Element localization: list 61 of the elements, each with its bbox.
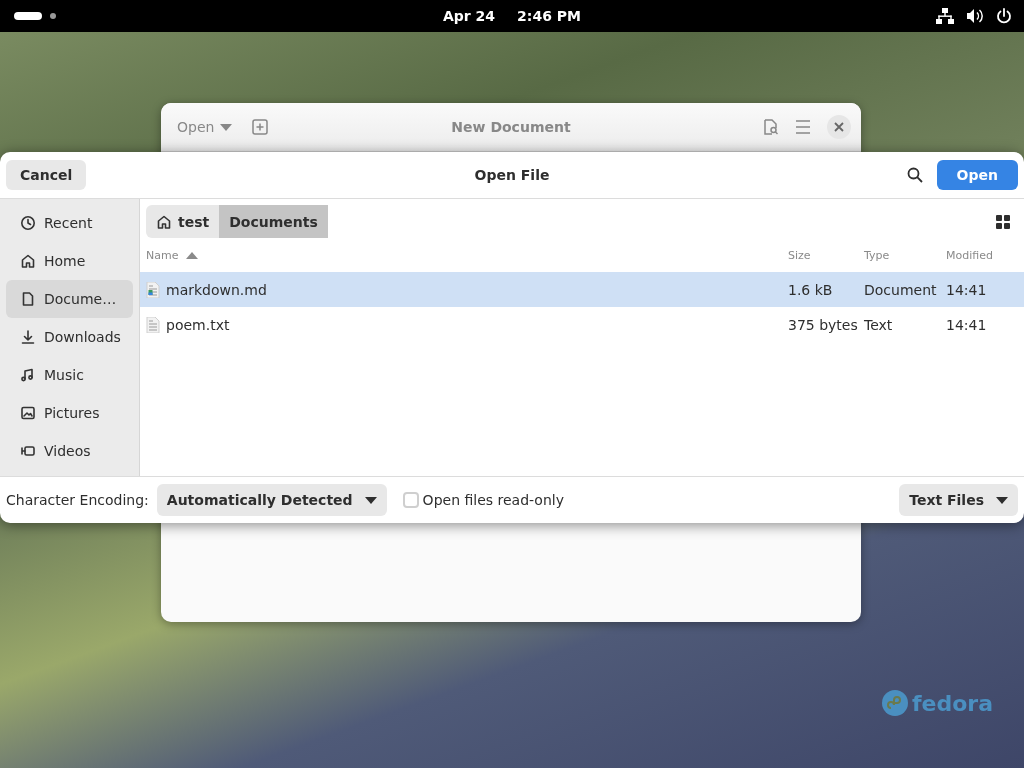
close-icon: [834, 122, 844, 132]
file-row[interactable]: markdown.md 1.6 kB Document 14:41: [140, 272, 1024, 307]
home-icon: [156, 213, 172, 230]
path-button[interactable]: test: [146, 205, 220, 238]
infinity-logo-icon: [882, 690, 908, 716]
encoding-dropdown[interactable]: Automatically Detected: [156, 484, 387, 516]
file-modified: 14:41: [946, 316, 988, 333]
window-title: New Document: [451, 119, 571, 135]
file-modified: 14:41: [946, 281, 988, 298]
file-size: 1.6 kB: [788, 281, 834, 298]
search-icon[interactable]: [906, 167, 923, 183]
workspace-dot[interactable]: [50, 13, 56, 19]
document-icon: [146, 281, 160, 298]
dialog-title: Open File: [474, 167, 550, 183]
path-button[interactable]: Documents: [219, 205, 328, 238]
video-icon: [20, 443, 36, 459]
clock-icon: [20, 215, 36, 231]
column-header[interactable]: Modified: [946, 248, 1024, 262]
logo-text: fedora: [912, 690, 994, 716]
file-name: markdown.md: [166, 281, 267, 298]
time-label[interactable]: 2:46 PM: [517, 8, 581, 24]
caret-icon: [364, 496, 377, 504]
column-header[interactable]: Size: [788, 248, 864, 262]
column-header[interactable]: Name: [146, 248, 179, 262]
sidebar-item[interactable]: Home: [6, 242, 133, 280]
grid-view-icon[interactable]: [996, 214, 1010, 229]
close-button[interactable]: [827, 115, 851, 139]
sidebar-item[interactable]: Recent: [6, 204, 133, 242]
file-name: poem.txt: [166, 316, 230, 333]
cancel-button[interactable]: Cancel: [6, 160, 87, 190]
column-header[interactable]: Type: [864, 248, 946, 262]
caret-icon: [220, 123, 233, 131]
document-icon: [20, 291, 36, 307]
home-icon: [20, 253, 36, 269]
checkbox-label[interactable]: Open files read-only: [422, 492, 564, 508]
power-icon[interactable]: [996, 8, 1012, 24]
download-icon: [20, 329, 36, 345]
sidebar-item[interactable]: Docume…: [6, 280, 133, 318]
sidebar-item[interactable]: Videos: [6, 432, 133, 470]
sidebar-item[interactable]: Music: [6, 356, 133, 394]
sidebar-item[interactable]: Pictures: [6, 394, 133, 432]
caret-icon: [996, 496, 1008, 504]
picture-icon: [20, 405, 36, 421]
music-icon: [20, 367, 36, 383]
network-icon[interactable]: [936, 8, 954, 24]
document-search-icon[interactable]: [763, 119, 779, 135]
document-icon: [146, 316, 160, 333]
file-filter-dropdown[interactable]: Text Files: [899, 484, 1018, 516]
new-tab-icon[interactable]: [252, 119, 269, 135]
file-size: 375 bytes: [788, 316, 859, 333]
sort-ascending-icon[interactable]: [186, 251, 199, 259]
file-type: Document: [864, 281, 938, 298]
encoding-label: Character Encoding:: [6, 492, 149, 508]
file-type: Text: [864, 316, 894, 333]
sidebar-item[interactable]: Downloads: [6, 318, 133, 356]
date-label[interactable]: Apr 24: [443, 8, 496, 24]
volume-icon[interactable]: [966, 8, 984, 24]
read-only-checkbox[interactable]: [402, 492, 419, 508]
activities-indicator[interactable]: [14, 12, 42, 20]
file-row[interactable]: poem.txt 375 bytes Text 14:41: [140, 307, 1024, 342]
open-button[interactable]: Open: [936, 160, 1018, 190]
